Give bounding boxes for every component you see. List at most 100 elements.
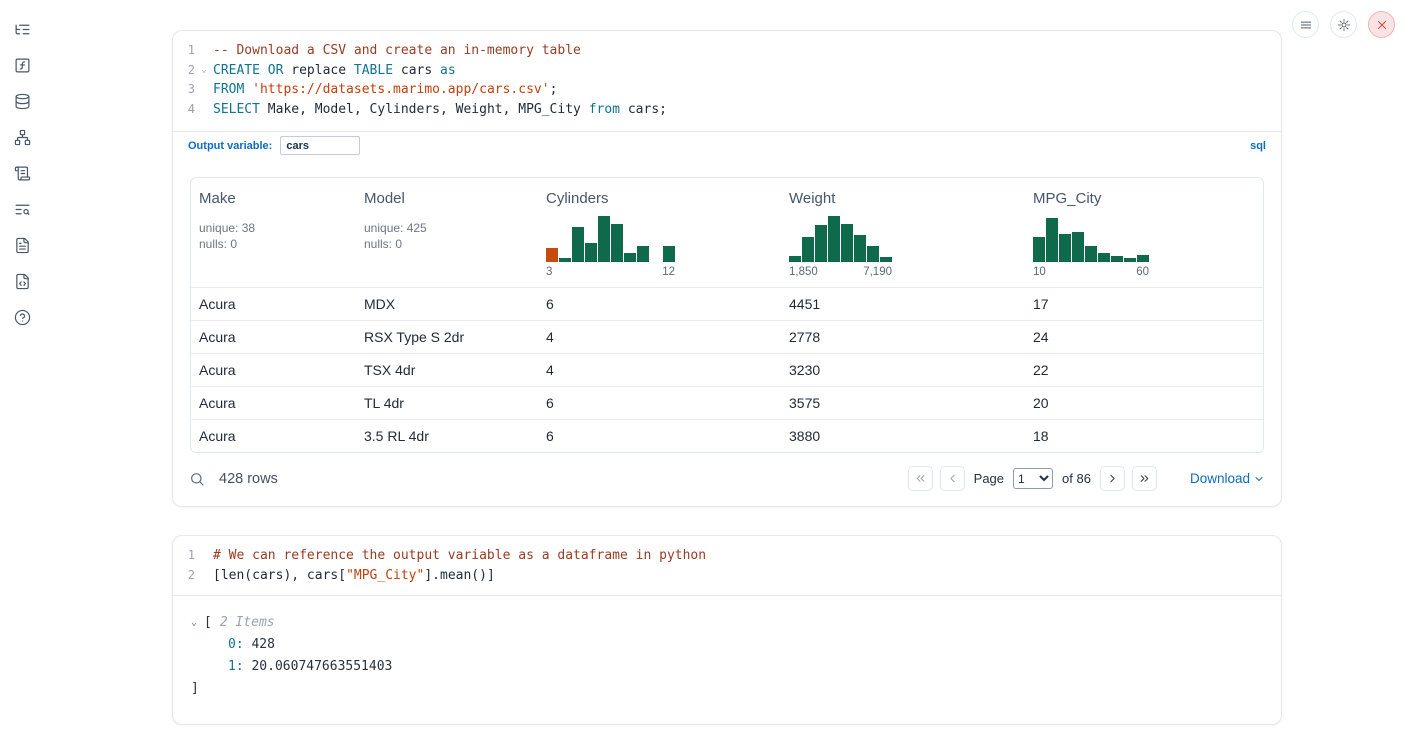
table-cell: 6 bbox=[538, 296, 781, 312]
table-cell: TL 4dr bbox=[356, 395, 538, 411]
histogram-bar[interactable] bbox=[1124, 258, 1136, 262]
histogram-bar[interactable] bbox=[1059, 234, 1071, 262]
histogram-bar[interactable] bbox=[828, 216, 840, 262]
help-icon[interactable] bbox=[9, 304, 36, 331]
table-cell: 20 bbox=[1025, 395, 1263, 411]
table-cell: 4 bbox=[538, 329, 781, 345]
code-text: [len(cars), cars["MPG_City"].mean()] bbox=[213, 566, 495, 586]
column-histogram[interactable]: 312 bbox=[546, 215, 675, 278]
histogram-bar[interactable] bbox=[572, 227, 584, 262]
column-label[interactable]: Weight bbox=[789, 190, 1017, 207]
histogram-bar[interactable] bbox=[867, 246, 879, 262]
fold-gutter bbox=[195, 100, 213, 120]
histogram-bar[interactable] bbox=[1111, 256, 1123, 262]
code-text: # We can reference the output variable a… bbox=[213, 546, 706, 566]
table-cell: Acura bbox=[191, 428, 356, 444]
table-header: Makeunique: 38nulls: 0Modelunique: 425nu… bbox=[191, 178, 1263, 287]
table-row[interactable]: Acura3.5 RL 4dr6388018 bbox=[191, 419, 1263, 452]
histogram-bar[interactable] bbox=[841, 224, 853, 262]
code-text: FROM 'https://datasets.marimo.app/cars.c… bbox=[213, 80, 557, 100]
histogram-bar[interactable] bbox=[598, 216, 610, 262]
fold-chevron-icon[interactable]: ⌄ bbox=[195, 61, 213, 81]
histogram-bar[interactable] bbox=[1137, 255, 1149, 262]
histogram-bar[interactable] bbox=[559, 258, 571, 262]
python-cell: 1 # We can reference the output variable … bbox=[172, 535, 1282, 725]
histogram-bar[interactable] bbox=[1072, 232, 1084, 262]
histogram-bar[interactable] bbox=[1046, 218, 1058, 262]
histogram-bar[interactable] bbox=[546, 248, 558, 262]
histogram-bar[interactable] bbox=[624, 253, 636, 262]
download-button[interactable]: Download bbox=[1190, 471, 1265, 486]
logs-search-icon[interactable] bbox=[9, 196, 36, 223]
table-row[interactable]: AcuraTL 4dr6357520 bbox=[191, 386, 1263, 419]
code-text: -- Download a CSV and create an in-memor… bbox=[213, 41, 581, 61]
column-label[interactable]: Cylinders bbox=[546, 190, 773, 207]
code-line[interactable]: 1 # We can reference the output variable … bbox=[173, 546, 1281, 566]
python-code-editor[interactable]: 1 # We can reference the output variable … bbox=[173, 536, 1281, 596]
line-number: 1 bbox=[173, 546, 195, 566]
table-cell: TSX 4dr bbox=[356, 362, 538, 378]
histogram-bar[interactable] bbox=[815, 225, 827, 262]
histogram-bar[interactable] bbox=[585, 243, 597, 262]
line-number: 3 bbox=[173, 80, 195, 100]
output-variable-label: Output variable: bbox=[188, 140, 272, 152]
table-cell: 4451 bbox=[781, 296, 1025, 312]
fold-gutter bbox=[195, 566, 213, 586]
column-summary: unique: 38nulls: 0 bbox=[199, 220, 348, 252]
settings-gear-icon[interactable] bbox=[1330, 11, 1357, 38]
column-histogram[interactable]: 1,8507,190 bbox=[789, 215, 892, 278]
column-label[interactable]: MPG_City bbox=[1033, 190, 1255, 207]
histogram-bar[interactable] bbox=[789, 256, 801, 262]
table-output: Makeunique: 38nulls: 0Modelunique: 425nu… bbox=[173, 159, 1281, 453]
dependency-graph-icon[interactable] bbox=[9, 124, 36, 151]
code-line[interactable]: 1-- Download a CSV and create an in-memo… bbox=[173, 41, 1281, 61]
scroll-log-icon[interactable] bbox=[9, 160, 36, 187]
table-row[interactable]: AcuraMDX6445117 bbox=[191, 287, 1263, 320]
file-tree-icon[interactable] bbox=[9, 16, 36, 43]
column-label[interactable]: Model bbox=[364, 190, 530, 207]
histogram-bar[interactable] bbox=[854, 235, 866, 262]
last-page-icon[interactable] bbox=[1132, 466, 1157, 491]
histogram-bar[interactable] bbox=[1098, 253, 1110, 262]
column-header: MPG_City 1060 bbox=[1025, 190, 1263, 278]
table-cell: Acura bbox=[191, 296, 356, 312]
prev-page-icon[interactable] bbox=[940, 466, 965, 491]
code-line[interactable]: 4SELECT Make, Model, Cylinders, Weight, … bbox=[173, 100, 1281, 120]
output-variable-input[interactable] bbox=[280, 136, 360, 155]
tree-head: ⌄ [ 2 Items bbox=[191, 612, 1263, 634]
histogram-bar[interactable] bbox=[1085, 246, 1097, 262]
shutdown-close-icon[interactable] bbox=[1368, 11, 1395, 38]
sql-code-editor[interactable]: 1-- Download a CSV and create an in-memo… bbox=[173, 31, 1281, 131]
histogram-bar[interactable] bbox=[637, 246, 649, 262]
column-histogram[interactable]: 1060 bbox=[1033, 215, 1149, 278]
column-label[interactable]: Make bbox=[199, 190, 348, 207]
column-header: Make unique: 38nulls: 0 bbox=[191, 190, 356, 278]
histogram-bar[interactable] bbox=[1033, 237, 1045, 262]
histogram-bar[interactable] bbox=[880, 257, 892, 262]
table-row[interactable]: AcuraRSX Type S 2dr4277824 bbox=[191, 320, 1263, 353]
page-select[interactable]: 1 bbox=[1013, 468, 1053, 489]
search-icon[interactable] bbox=[189, 471, 205, 487]
scratchpad-function-icon[interactable] bbox=[9, 52, 36, 79]
code-line[interactable]: 3 FROM 'https://datasets.marimo.app/cars.… bbox=[173, 80, 1281, 100]
line-number: 2 bbox=[173, 61, 195, 81]
code-line[interactable]: 2⌄CREATE OR replace TABLE cars as bbox=[173, 61, 1281, 81]
code-line[interactable]: 2[len(cars), cars["MPG_City"].mean()] bbox=[173, 566, 1281, 586]
datasources-icon[interactable] bbox=[9, 88, 36, 115]
close-bracket: ] bbox=[191, 678, 1263, 700]
fold-gutter bbox=[195, 546, 213, 566]
histogram-range-labels: 1,8507,190 bbox=[789, 266, 892, 278]
histogram-bar[interactable] bbox=[611, 224, 623, 262]
histogram-bar[interactable] bbox=[802, 237, 814, 262]
column-header: Cylinders 312 bbox=[538, 190, 781, 278]
histogram-bar[interactable] bbox=[663, 246, 675, 262]
snippets-icon[interactable] bbox=[9, 268, 36, 295]
documentation-icon[interactable] bbox=[9, 232, 36, 259]
table-cell: 3.5 RL 4dr bbox=[356, 428, 538, 444]
first-page-icon[interactable] bbox=[908, 466, 933, 491]
python-output: ⌄ [ 2 Items 0: 4281: 20.060747663551403 … bbox=[173, 596, 1281, 724]
next-page-icon[interactable] bbox=[1100, 466, 1125, 491]
menu-icon[interactable] bbox=[1292, 11, 1319, 38]
collapse-chevron-icon[interactable]: ⌄ bbox=[191, 612, 204, 634]
table-row[interactable]: AcuraTSX 4dr4323022 bbox=[191, 353, 1263, 386]
